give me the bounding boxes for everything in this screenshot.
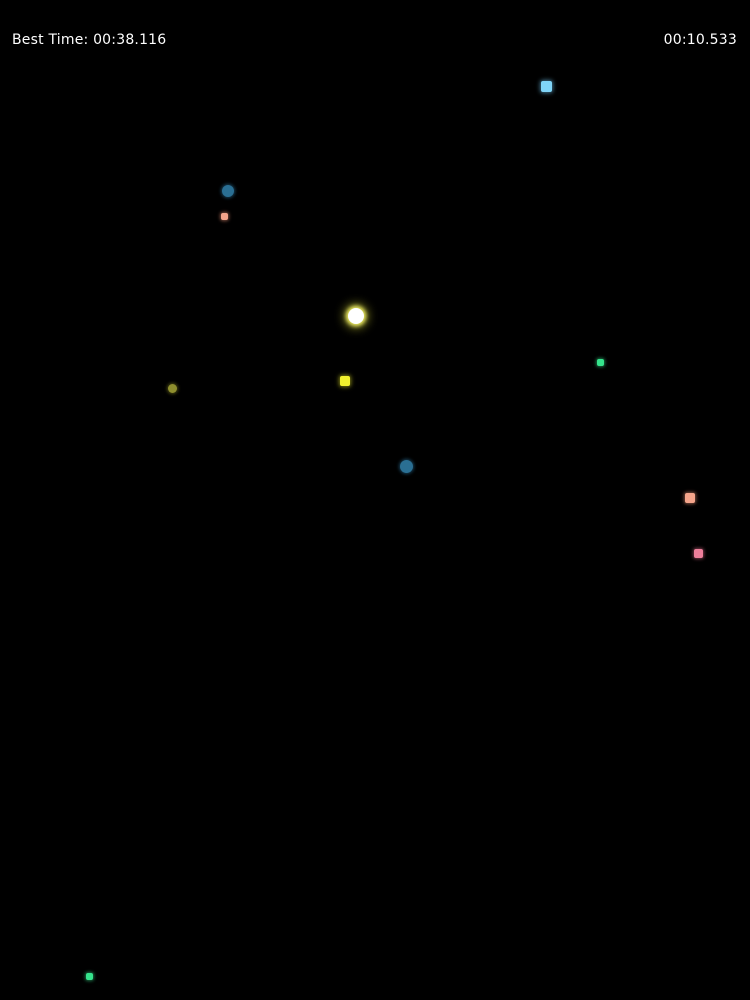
enemy-square-icon <box>541 81 552 92</box>
enemy-square-icon <box>694 549 703 558</box>
player-orb-icon[interactable] <box>348 308 364 324</box>
enemy-square-icon <box>685 493 695 503</box>
enemy-square-icon <box>221 213 228 220</box>
best-time-label: Best Time: 00:38.116 <box>12 32 167 48</box>
elapsed-timer: 00:10.533 <box>663 32 737 48</box>
game-canvas[interactable]: Best Time: 00:38.116 00:10.533 <box>0 0 750 1000</box>
enemy-square-icon <box>86 973 93 980</box>
enemy-dot-icon <box>168 384 177 393</box>
enemy-square-icon <box>597 359 604 366</box>
enemy-dot-icon <box>222 185 234 197</box>
enemy-square-icon <box>340 376 350 386</box>
enemy-dot-icon <box>400 460 413 473</box>
